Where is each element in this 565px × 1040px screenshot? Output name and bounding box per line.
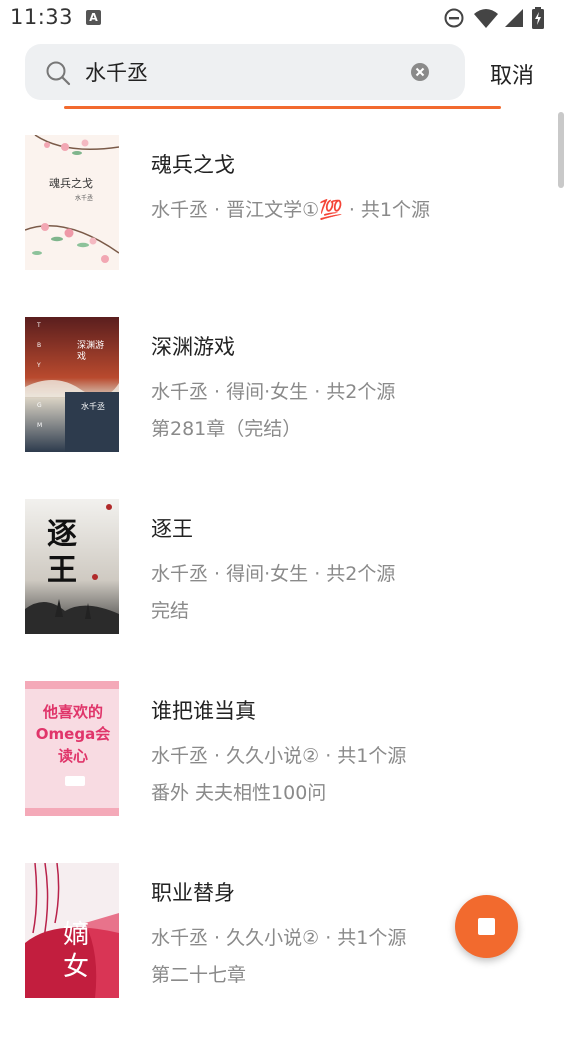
search-bar: 取消: [0, 40, 565, 110]
book-latest-chapter: 第281章（完结）: [151, 418, 302, 440]
book-meta: 水千丞 · 久久小说② · 共1个源: [151, 745, 407, 767]
wifi-icon: [474, 9, 498, 28]
search-input[interactable]: [85, 56, 405, 88]
svg-text:G: G: [37, 402, 42, 409]
book-item[interactable]: T B Y G M 深渊游戏 水千丞 深渊游戏 水千丞 · 得间·女生 · 共2…: [0, 312, 565, 494]
cover-title: 嫡女: [63, 920, 90, 982]
book-meta: 水千丞 · 久久小说② · 共1个源: [151, 927, 407, 949]
book-cover: 逐王: [25, 499, 119, 634]
book-latest-chapter: 第二十七章: [151, 964, 247, 986]
search-icon: [46, 61, 71, 86]
book-title: 逐王: [151, 517, 193, 541]
search-progress-underline: [64, 106, 501, 109]
status-time: 11:33: [10, 5, 74, 29]
svg-text:B: B: [37, 342, 41, 349]
cover-title: 他喜欢的Omega会读心: [35, 703, 111, 765]
do-not-disturb-icon: [444, 8, 464, 28]
cancel-button[interactable]: 取消: [490, 58, 534, 90]
cover-title: 逐王: [47, 517, 77, 588]
stop-button[interactable]: [455, 895, 518, 958]
search-box[interactable]: [25, 44, 465, 100]
book-latest-chapter: 番外 夫夫相性100问: [151, 782, 327, 804]
status-bar: 11:33 A: [0, 0, 565, 36]
signal-icon: [505, 9, 523, 27]
battery-icon: [532, 7, 544, 29]
svg-text:T: T: [36, 322, 41, 329]
book-cover: 魂兵之戈 水千丞: [25, 135, 119, 270]
book-title: 深渊游戏: [151, 335, 235, 359]
book-title: 谁把谁当真: [151, 699, 256, 723]
book-latest-chapter: 完结: [151, 600, 190, 622]
blossom-cover-art: [25, 135, 119, 270]
book-meta: 水千丞 · 得间·女生 · 共2个源: [151, 381, 396, 403]
cover-title: 魂兵之戈: [49, 177, 93, 190]
status-icons: [443, 7, 553, 29]
svg-text:Y: Y: [36, 362, 41, 369]
book-cover: 他喜欢的Omega会读心: [25, 681, 119, 816]
book-cover: 嫡女: [25, 863, 119, 998]
svg-text:M: M: [37, 422, 42, 429]
cover-author: 水千丞: [81, 402, 105, 411]
clear-icon[interactable]: [410, 62, 430, 82]
stop-icon: [478, 918, 495, 935]
book-cover: T B Y G M 深渊游戏 水千丞: [25, 317, 119, 452]
book-title: 魂兵之戈: [151, 153, 235, 177]
book-meta: 水千丞 · 得间·女生 · 共2个源: [151, 563, 396, 585]
book-title: 职业替身: [151, 881, 235, 905]
book-item[interactable]: 魂兵之戈 水千丞 魂兵之戈 水千丞 · 晋江文学①💯 · 共1个源: [0, 130, 565, 312]
book-meta: 水千丞 · 晋江文学①💯 · 共1个源: [151, 199, 431, 221]
cover-title: 深渊游戏: [77, 341, 105, 362]
notification-a-icon: A: [86, 10, 101, 25]
cover-author: 水千丞: [75, 195, 94, 202]
book-item[interactable]: 逐王 逐王 水千丞 · 得间·女生 · 共2个源 完结: [0, 494, 565, 676]
abyss-cover-art: T B Y G M: [25, 317, 119, 452]
book-item[interactable]: 他喜欢的Omega会读心 谁把谁当真 水千丞 · 久久小说② · 共1个源 番外…: [0, 676, 565, 858]
